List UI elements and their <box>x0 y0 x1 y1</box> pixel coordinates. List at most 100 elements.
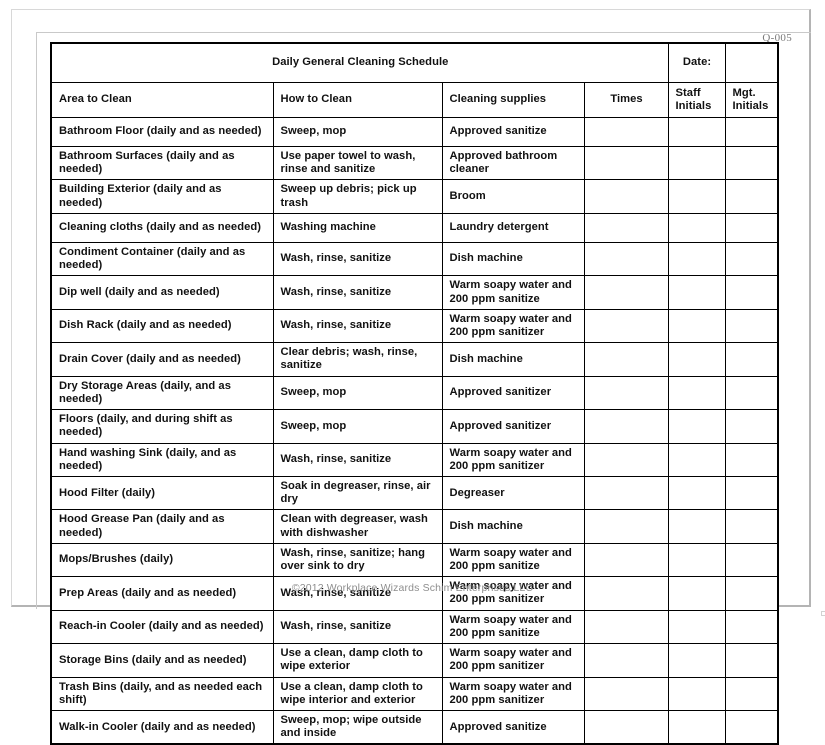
cell-mgt-initials[interactable] <box>724 117 779 147</box>
cell-times[interactable] <box>583 308 669 344</box>
cell-times[interactable] <box>583 179 669 214</box>
cell-mgt-initials[interactable] <box>724 375 779 411</box>
staff-initials-line1: Staff <box>675 86 701 99</box>
cell-times[interactable] <box>583 475 669 511</box>
cell-how-to-clean: Wash, rinse, sanitize; hang over sink to… <box>272 542 443 578</box>
cell-cleaning-supplies: Laundry detergent <box>441 212 585 243</box>
cell-times[interactable] <box>583 275 669 310</box>
cell-times[interactable] <box>583 212 669 243</box>
cell-mgt-initials[interactable] <box>724 542 779 578</box>
cell-staff-initials[interactable] <box>667 409 726 444</box>
cell-how-to-clean: Clear debris; wash, rinse, sanitize <box>272 342 443 377</box>
cell-times[interactable] <box>583 409 669 444</box>
cell-times[interactable] <box>583 542 669 578</box>
cell-staff-initials[interactable] <box>667 241 726 277</box>
cell-times[interactable] <box>583 342 669 377</box>
cell-how-to-clean: Washing machine <box>272 212 443 243</box>
cell-mgt-initials[interactable] <box>724 676 779 712</box>
cell-cleaning-supplies: Degreaser <box>441 475 585 511</box>
cell-staff-initials[interactable] <box>667 542 726 578</box>
cell-how-to-clean: Wash, rinse, sanitize <box>272 241 443 277</box>
cell-staff-initials[interactable] <box>667 212 726 243</box>
cell-staff-initials[interactable] <box>667 609 726 645</box>
cell-staff-initials[interactable] <box>667 643 726 678</box>
cell-times[interactable] <box>583 117 669 147</box>
cell-mgt-initials[interactable] <box>724 342 779 377</box>
cell-staff-initials[interactable] <box>667 710 726 745</box>
date-value-field[interactable] <box>724 42 779 83</box>
cell-cleaning-supplies: Approved bathroom cleaner <box>441 145 585 181</box>
cell-staff-initials[interactable] <box>667 375 726 411</box>
column-header-area-to-clean: Area to Clean <box>50 82 274 118</box>
cell-cleaning-supplies: Approved sanitizer <box>441 409 585 444</box>
cell-cleaning-supplies: Warm soapy water and 200 ppm sanitize <box>441 542 585 578</box>
cell-staff-initials[interactable] <box>667 275 726 310</box>
cell-mgt-initials[interactable] <box>724 442 779 477</box>
cell-area-to-clean: Hood Filter (daily) <box>50 475 274 511</box>
cell-how-to-clean: Wash, rinse, sanitize <box>272 442 443 477</box>
cell-area-to-clean: Storage Bins (daily and as needed) <box>50 643 274 678</box>
cell-area-to-clean: Reach-in Cooler (daily and as needed) <box>50 609 274 645</box>
cell-staff-initials[interactable] <box>667 509 726 544</box>
cell-times[interactable] <box>583 643 669 678</box>
cell-area-to-clean: Dry Storage Areas (daily, and as needed) <box>50 375 274 411</box>
cell-how-to-clean: Sweep, mop <box>272 409 443 444</box>
cell-staff-initials[interactable] <box>667 342 726 377</box>
cell-mgt-initials[interactable] <box>724 212 779 243</box>
cell-area-to-clean: Mops/Brushes (daily) <box>50 542 274 578</box>
cell-cleaning-supplies: Approved sanitizer <box>441 375 585 411</box>
cell-area-to-clean: Hand washing Sink (daily, and as needed) <box>50 442 274 477</box>
cell-times[interactable] <box>583 442 669 477</box>
cell-times[interactable] <box>583 145 669 181</box>
table-row: Floors (daily, and during shift as neede… <box>50 409 779 444</box>
cell-mgt-initials[interactable] <box>724 710 779 745</box>
cell-how-to-clean: Use a clean, damp cloth to wipe exterior <box>272 643 443 678</box>
cell-times[interactable] <box>583 241 669 277</box>
cell-staff-initials[interactable] <box>667 117 726 147</box>
cell-staff-initials[interactable] <box>667 442 726 477</box>
cell-staff-initials[interactable] <box>667 676 726 712</box>
cell-cleaning-supplies: Approved sanitize <box>441 117 585 147</box>
table-row: Walk-in Cooler (daily and as needed) Swee… <box>50 710 779 745</box>
cell-how-to-clean: Use paper towel to wash, rinse and sanit… <box>272 145 443 181</box>
cell-mgt-initials[interactable] <box>724 275 779 310</box>
cell-how-to-clean: Wash, rinse, sanitize <box>272 275 443 310</box>
cell-area-to-clean: Hood Grease Pan (daily and as needed) <box>50 509 274 544</box>
cell-mgt-initials[interactable] <box>724 475 779 511</box>
table-row: Dip well (daily and as needed) Wash, rins… <box>50 275 779 310</box>
cell-mgt-initials[interactable] <box>724 179 779 214</box>
cell-mgt-initials[interactable] <box>724 241 779 277</box>
mgt-initials-line2: Initials <box>732 100 769 112</box>
cell-times[interactable] <box>583 609 669 645</box>
cell-how-to-clean: Sweep, mop <box>272 375 443 411</box>
cell-area-to-clean: Cleaning cloths (daily and as needed) <box>50 212 274 243</box>
cell-area-to-clean: Drain Cover (daily and as needed) <box>50 342 274 377</box>
cell-times[interactable] <box>583 509 669 544</box>
cell-mgt-initials[interactable] <box>724 609 779 645</box>
cell-cleaning-supplies: Warm soapy water and 200 ppm sanitizer <box>441 643 585 678</box>
title-row: Daily General Cleaning Schedule Date: <box>50 42 779 83</box>
cell-area-to-clean: Walk-in Cooler (daily and as needed) <box>50 710 274 745</box>
column-header-how-to-clean: How to Clean <box>272 82 443 118</box>
cell-mgt-initials[interactable] <box>724 308 779 344</box>
cell-mgt-initials[interactable] <box>724 409 779 444</box>
cell-times[interactable] <box>583 710 669 745</box>
cell-staff-initials[interactable] <box>667 308 726 344</box>
cell-how-to-clean: Sweep, mop; wipe outside and inside <box>272 710 443 745</box>
cell-staff-initials[interactable] <box>667 179 726 214</box>
column-header-cleaning-supplies: Cleaning supplies <box>441 82 585 118</box>
cell-mgt-initials[interactable] <box>724 643 779 678</box>
table-row: Condiment Container (daily and as needed… <box>50 241 779 277</box>
cell-cleaning-supplies: Warm soapy water and 200 ppm sanitizer <box>441 676 585 712</box>
cell-staff-initials[interactable] <box>667 475 726 511</box>
cell-times[interactable] <box>583 676 669 712</box>
cell-mgt-initials[interactable] <box>724 509 779 544</box>
cell-cleaning-supplies: Warm soapy water and 200 ppm sanitizer <box>441 308 585 344</box>
column-header-mgt-initials: Mgt. Initials <box>724 82 779 118</box>
cell-how-to-clean: Sweep up debris; pick up trash <box>272 179 443 214</box>
cell-area-to-clean: Condiment Container (daily and as needed… <box>50 241 274 277</box>
cell-area-to-clean: Bathroom Floor (daily and as needed) <box>50 117 274 147</box>
cell-times[interactable] <box>583 375 669 411</box>
cell-mgt-initials[interactable] <box>724 145 779 181</box>
cell-staff-initials[interactable] <box>667 145 726 181</box>
